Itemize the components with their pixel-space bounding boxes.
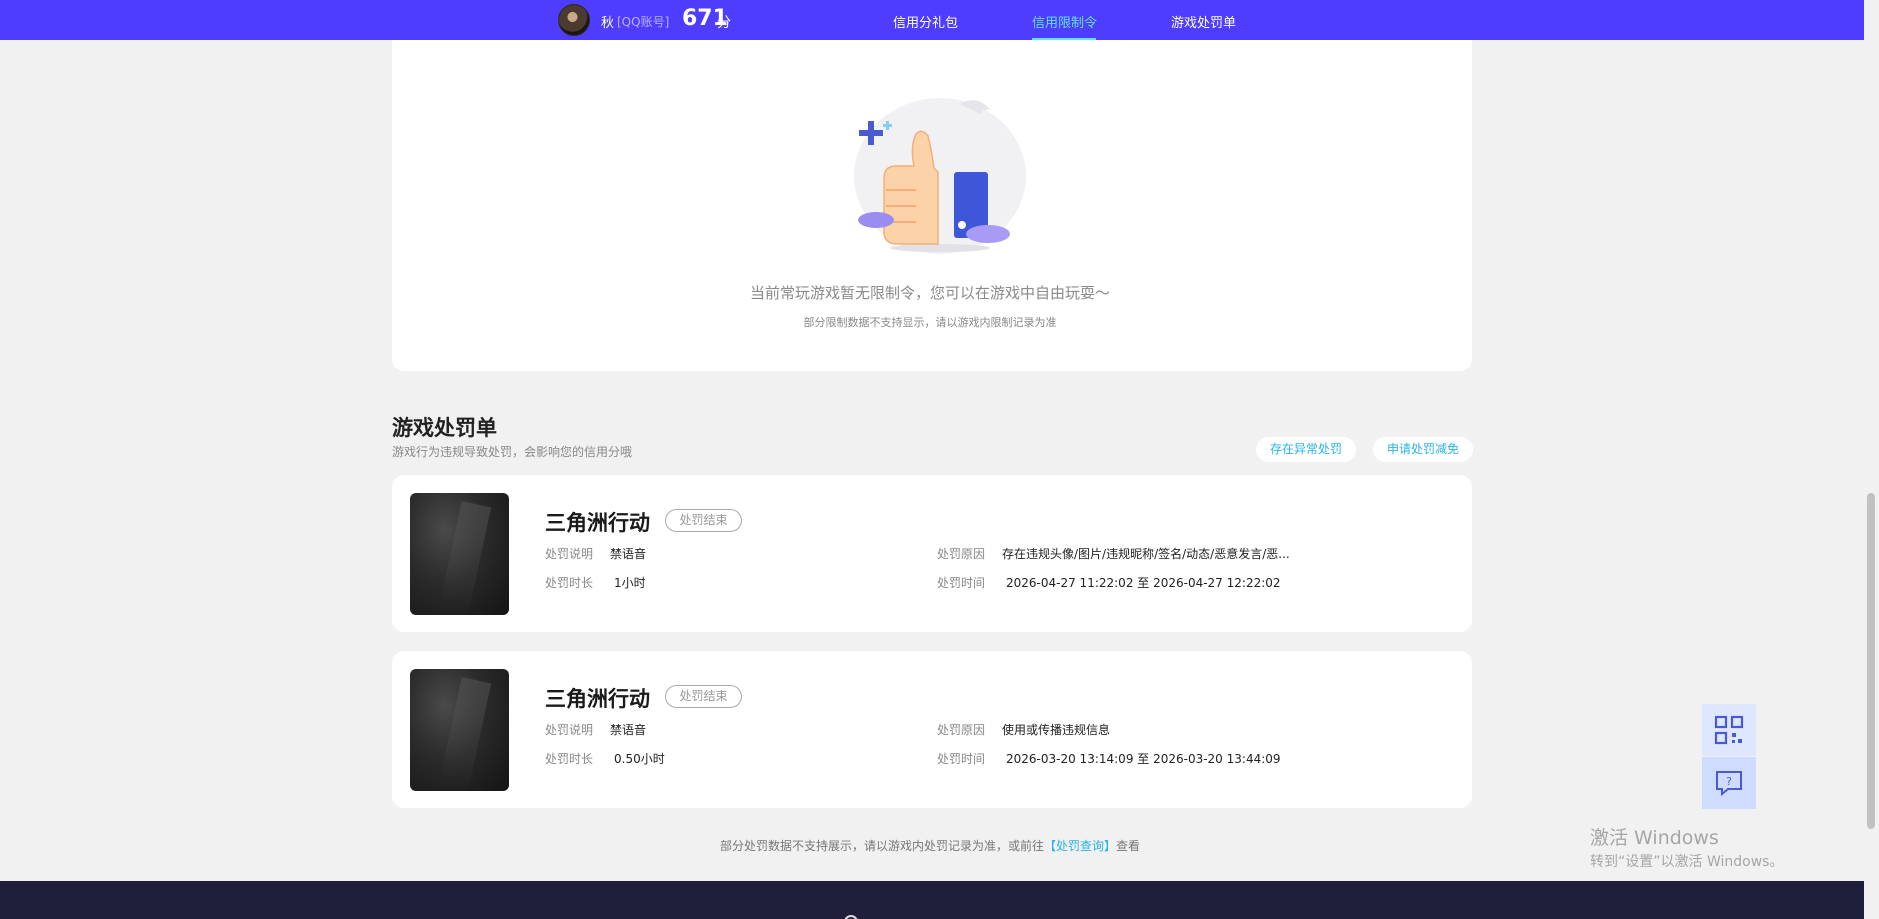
account-type: [QQ账号] [617,15,670,29]
apply-reduction-button[interactable]: 申请处罚减免 [1373,437,1473,462]
tab-credit-restriction[interactable]: 信用限制令 [1032,12,1097,31]
reason-value: 使用或传播违规信息 [1002,723,1111,737]
reason-label: 处罚原因 [937,723,986,737]
qrcode-button[interactable] [1702,704,1756,756]
page-footer [0,881,1864,919]
tab-game-punishment[interactable]: 游戏处罚单 [1171,12,1236,31]
time-value: 2026-04-27 11:22:02 至 2026-04-27 12:22:0… [1006,576,1281,590]
qrcode-icon [1714,715,1744,745]
punishment-card: 三角洲行动 处罚结束 处罚说明 禁语音 处罚时长 1小时 处罚原因 存在违规头像… [392,475,1472,632]
game-cover-image [410,493,509,615]
footnote-text: 部分处罚数据不支持展示，请以游戏内处罚记录为准，或前往 [719,839,1044,853]
user-name: 秋 [601,16,615,31]
duration-label: 处罚时长 [545,752,594,766]
punishment-query-link[interactable]: 【处罚查询】 [1044,839,1116,853]
section-title: 游戏处罚单 [392,416,497,440]
reason-label: 处罚原因 [937,547,986,561]
user-avatar[interactable] [558,4,590,36]
feedback-button[interactable]: ? [1702,757,1756,809]
svg-text:?: ? [1726,775,1732,788]
explain-value: 禁语音 [610,723,647,737]
punishment-footnote: 部分处罚数据不支持展示，请以游戏内处罚记录为准，或前往【处罚查询】查看 [600,837,1260,854]
explain-label: 处罚说明 [545,723,594,737]
duration-value: 0.50小时 [614,752,665,766]
footnote-suffix: 查看 [1116,839,1141,853]
section-description: 游戏行为违规导致处罚，会影响您的信用分哦 [392,445,633,459]
windows-activation-subtitle: 转到“设置”以激活 Windows。 [1590,854,1784,870]
time-value: 2026-03-20 13:14:09 至 2026-03-20 13:44:0… [1006,752,1281,766]
game-cover-image [410,669,509,791]
empty-state-note: 部分限制数据不支持显示，请以游戏内限制记录为准 [803,316,1057,329]
explain-value: 禁语音 [610,547,647,561]
status-badge: 处罚结束 [665,685,742,708]
windows-activation-title: 激活 Windows [1590,827,1719,849]
explain-label: 处罚说明 [545,547,594,561]
punishment-card: 三角洲行动 处罚结束 处罚说明 禁语音 处罚时长 0.50小时 处罚原因 使用或… [392,651,1472,808]
duration-value: 1小时 [614,576,646,590]
thumbs-up-illustration [854,98,1026,254]
game-name: 三角洲行动 [545,511,650,535]
credit-score-unit: 分 [717,15,731,31]
feedback-question-icon: ? [1716,771,1742,797]
abnormal-punishment-button[interactable]: 存在异常处罚 [1256,437,1356,462]
time-label: 处罚时间 [937,752,986,766]
empty-state-message: 当前常玩游戏暂无限制令，您可以在游戏中自由玩耍～ [749,284,1110,302]
time-label: 处罚时间 [937,576,986,590]
tab-credit-gift[interactable]: 信用分礼包 [893,12,958,31]
status-badge: 处罚结束 [665,509,742,532]
duration-label: 处罚时长 [545,576,594,590]
scrollbar-thumb[interactable] [1867,493,1875,829]
reason-value: 存在违规头像/图片/违规昵称/签名/动态/恶意发言/恶... [1002,547,1290,561]
top-nav-bar: 秋 [QQ账号] 671 分 信用分礼包 信用限制令 游戏处罚单 [0,0,1864,40]
game-name: 三角洲行动 [545,687,650,711]
